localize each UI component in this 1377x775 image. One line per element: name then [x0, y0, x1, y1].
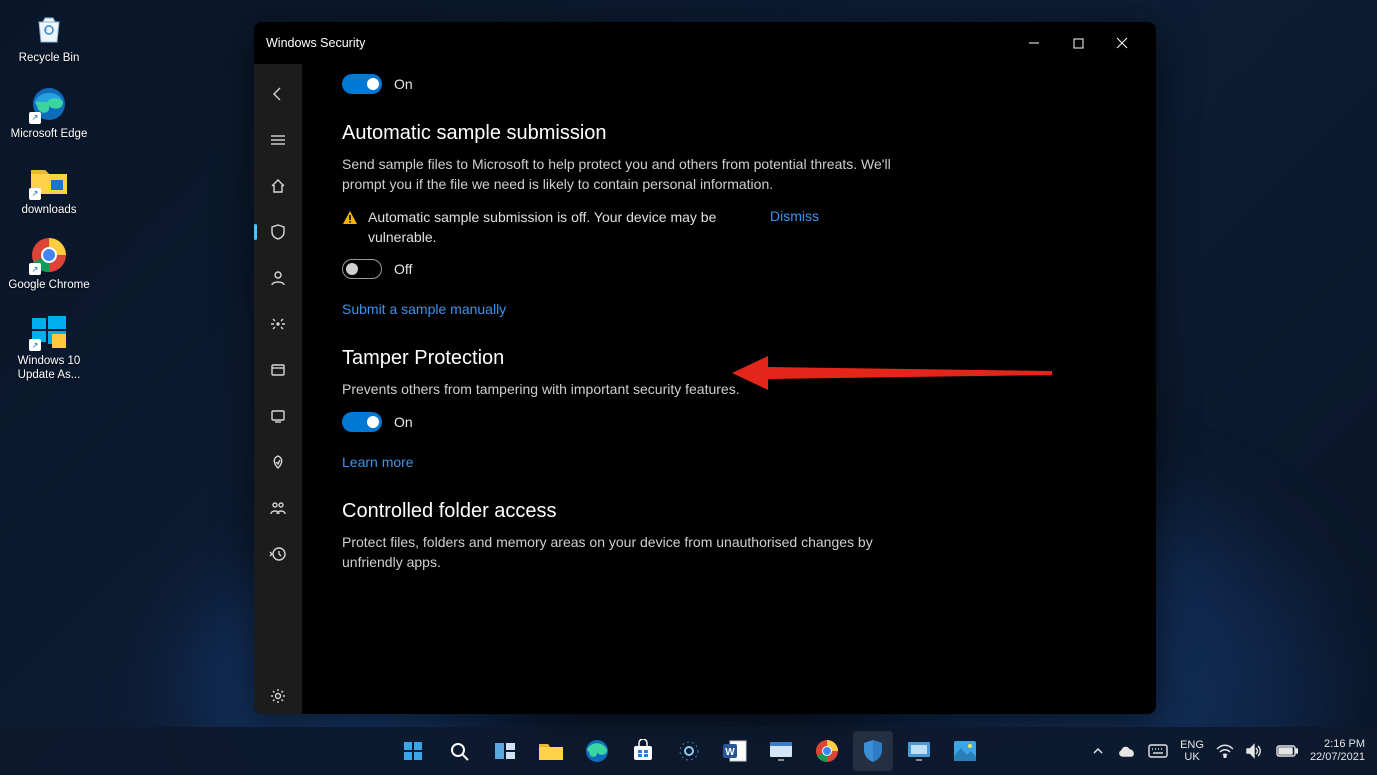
taskbar-chrome[interactable] [807, 731, 847, 771]
tamper-toggle[interactable] [342, 412, 382, 432]
window-title: Windows Security [266, 36, 1012, 50]
desktop-icon-label: Recycle Bin [19, 52, 80, 66]
section-heading: Automatic sample submission [342, 122, 902, 145]
warning-row: Automatic sample submission is off. Your… [342, 208, 902, 247]
desktop-icon-chrome[interactable]: Google Chrome [8, 235, 90, 293]
desktop-icons: Recycle Bin Microsoft Edge downloads Goo… [8, 8, 90, 383]
taskbar-center: W [393, 731, 985, 771]
desktop-icon-label: Microsoft Edge [11, 128, 88, 142]
sidebar-item-virus-protection[interactable] [258, 214, 298, 250]
sidebar-item-firewall[interactable] [258, 306, 298, 342]
taskbar-app-display[interactable] [899, 731, 939, 771]
taskbar-word[interactable]: W [715, 731, 755, 771]
toggle-state-label: On [394, 76, 413, 92]
dismiss-link[interactable]: Dismiss [770, 208, 819, 224]
submit-sample-link[interactable]: Submit a sample manually [342, 301, 506, 317]
taskbar-store[interactable] [623, 731, 663, 771]
toggle-state-label: On [394, 414, 413, 430]
taskbar-app-monitor[interactable] [761, 731, 801, 771]
cloud-protection-toggle[interactable] [342, 74, 382, 94]
taskbar-security[interactable] [853, 731, 893, 771]
sidebar [254, 64, 302, 714]
taskbar-edge[interactable] [577, 731, 617, 771]
sidebar-item-history[interactable] [258, 536, 298, 572]
sidebar-item-device-performance[interactable] [258, 444, 298, 480]
sidebar-item-app-browser[interactable] [258, 352, 298, 388]
sidebar-item-device-security[interactable] [258, 398, 298, 434]
task-view-button[interactable] [485, 731, 525, 771]
back-button[interactable] [258, 76, 298, 112]
desktop-icon-downloads[interactable]: downloads [8, 160, 90, 218]
menu-button[interactable] [258, 122, 298, 158]
sidebar-item-home[interactable] [258, 168, 298, 204]
svg-text:W: W [725, 747, 735, 758]
warning-text: Automatic sample submission is off. Your… [368, 208, 748, 247]
section-tamper: Tamper Protection Prevents others from t… [342, 347, 902, 472]
taskbar-photos[interactable] [945, 731, 985, 771]
section-folder-access: Controlled folder access Protect files, … [342, 500, 902, 572]
maximize-button[interactable] [1056, 28, 1100, 58]
section-desc: Send sample files to Microsoft to help p… [342, 155, 902, 194]
volume-icon[interactable] [1246, 743, 1264, 759]
search-button[interactable] [439, 731, 479, 771]
desktop-icon-recycle-bin[interactable]: Recycle Bin [8, 8, 90, 66]
start-button[interactable] [393, 731, 433, 771]
taskbar-settings[interactable] [669, 731, 709, 771]
clock[interactable]: 2:16 PM 22/07/2021 [1310, 738, 1365, 764]
taskbar-explorer[interactable] [531, 731, 571, 771]
sidebar-item-account[interactable] [258, 260, 298, 296]
tray-overflow-icon[interactable] [1090, 744, 1106, 758]
battery-icon[interactable] [1276, 745, 1298, 757]
auto-sample-toggle[interactable] [342, 259, 382, 279]
toggle-state-label: Off [394, 261, 412, 277]
learn-more-link[interactable]: Learn more [342, 454, 414, 470]
warning-icon [342, 210, 358, 226]
onedrive-icon[interactable] [1118, 744, 1136, 758]
system-tray: ENG UK 2:16 PM 22/07/2021 [1090, 738, 1377, 764]
desktop-icon-edge[interactable]: Microsoft Edge [8, 84, 90, 142]
section-desc: Protect files, folders and memory areas … [342, 533, 902, 572]
language-indicator[interactable]: ENG UK [1180, 739, 1204, 763]
sidebar-item-family[interactable] [258, 490, 298, 526]
desktop-icon-label: downloads [22, 204, 77, 218]
close-button[interactable] [1100, 28, 1144, 58]
section-heading: Tamper Protection [342, 347, 902, 370]
content-area[interactable]: On Automatic sample submission Send samp… [302, 64, 1156, 714]
section-auto-sample: Automatic sample submission Send sample … [342, 122, 902, 319]
desktop-icon-win10-update[interactable]: Windows 10 Update As... [8, 311, 90, 383]
section-desc: Prevents others from tampering with impo… [342, 380, 902, 400]
section-heading: Controlled folder access [342, 500, 902, 523]
sidebar-item-settings[interactable] [258, 678, 298, 714]
desktop-icon-label: Google Chrome [8, 279, 89, 293]
minimize-button[interactable] [1012, 28, 1056, 58]
desktop-icon-label: Windows 10 Update As... [8, 355, 90, 383]
windows-security-window: Windows Security On Aut [254, 22, 1156, 714]
titlebar[interactable]: Windows Security [254, 22, 1156, 64]
taskbar[interactable]: W ENG UK 2:16 PM 22/07/2021 [0, 727, 1377, 775]
keyboard-icon[interactable] [1148, 744, 1168, 758]
wifi-icon[interactable] [1216, 744, 1234, 758]
